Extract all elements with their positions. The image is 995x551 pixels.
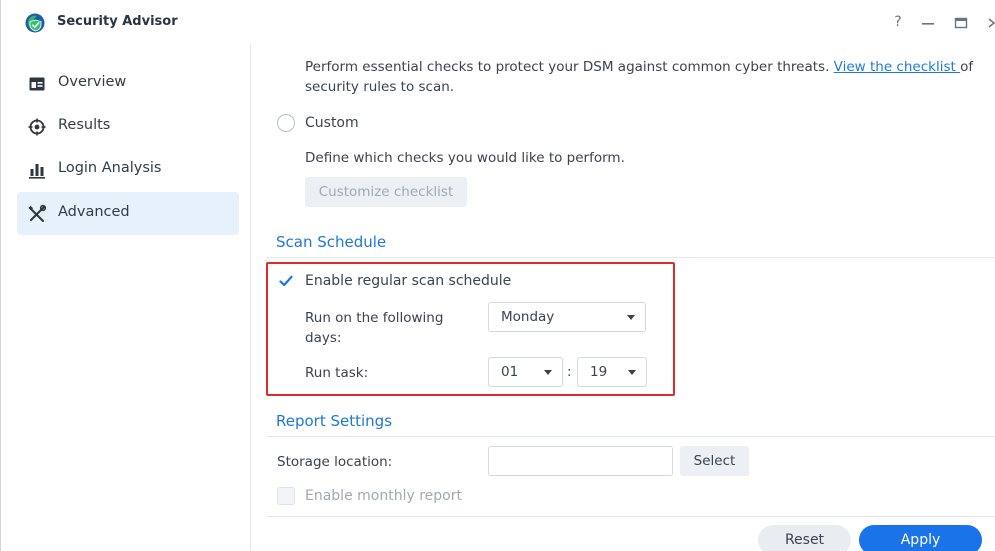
sidebar-item-label: Advanced [58, 204, 130, 220]
overview-icon [29, 77, 45, 91]
enable-scan-schedule-checkbox[interactable] [277, 272, 295, 290]
minute-value: 19 [590, 364, 608, 380]
checklist-description-line2: security rules to scan. [305, 79, 455, 95]
enable-scan-schedule-label: Enable regular scan schedule [305, 273, 512, 289]
sidebar-item-overview[interactable]: Overview [17, 62, 239, 105]
sidebar-item-label: Login Analysis [58, 160, 162, 176]
custom-radio-label: Custom [305, 115, 359, 131]
chevron-down-icon [627, 315, 635, 320]
sidebar-item-login-analysis[interactable]: Login Analysis [17, 148, 239, 191]
report-settings-title: Report Settings [276, 412, 393, 430]
section-divider [267, 436, 995, 437]
help-icon[interactable]: ? [891, 14, 905, 30]
bar-chart-icon [29, 164, 45, 179]
close-icon[interactable] [986, 13, 995, 33]
sidebar: Overview Results Login Analysis Advanced [1, 44, 251, 551]
view-checklist-link[interactable]: View the checklist [834, 59, 960, 75]
chevron-down-icon [544, 370, 552, 375]
run-days-label-line2: days: [305, 330, 342, 346]
enable-monthly-report-label: Enable monthly report [305, 488, 462, 504]
run-days-select[interactable]: Monday [488, 302, 646, 332]
sidebar-item-label: Overview [58, 74, 127, 90]
run-days-value: Monday [501, 309, 555, 325]
run-task-hour-select[interactable]: 01 [488, 357, 563, 387]
section-divider [267, 257, 995, 258]
select-storage-button[interactable]: Select [680, 446, 749, 476]
apply-button[interactable]: Apply [859, 525, 982, 551]
scan-schedule-title: Scan Schedule [276, 233, 387, 251]
time-separator: : [567, 364, 572, 380]
checklist-description: Perform essential checks to protect your… [305, 59, 974, 75]
reset-button[interactable]: Reset [758, 525, 851, 551]
run-days-label: Run on the following [305, 310, 444, 326]
sidebar-item-results[interactable]: Results [17, 105, 239, 148]
customize-checklist-button[interactable]: Customize checklist [305, 177, 467, 207]
custom-radio[interactable] [277, 114, 295, 132]
tools-icon [28, 204, 47, 222]
run-task-minute-select[interactable]: 19 [577, 357, 647, 387]
security-advisor-app-icon [25, 13, 45, 33]
results-target-icon [28, 118, 46, 136]
custom-description: Define which checks you would like to pe… [305, 150, 625, 166]
security-advisor-window: Security Advisor ? Overview Results Logi… [0, 0, 995, 551]
storage-location-label: Storage location: [277, 454, 393, 470]
sidebar-item-label: Results [58, 117, 111, 133]
maximize-icon[interactable] [951, 13, 971, 33]
minimize-icon[interactable] [918, 13, 938, 33]
sidebar-item-advanced[interactable]: Advanced [17, 192, 239, 235]
footer-divider [267, 516, 995, 517]
enable-monthly-report-checkbox[interactable] [277, 487, 295, 505]
chevron-down-icon [628, 370, 636, 375]
window-title: Security Advisor [57, 14, 178, 29]
title-bar: Security Advisor ? [1, 0, 995, 44]
hour-value: 01 [501, 364, 519, 380]
run-task-label: Run task: [305, 365, 369, 381]
storage-location-input[interactable] [488, 446, 673, 476]
